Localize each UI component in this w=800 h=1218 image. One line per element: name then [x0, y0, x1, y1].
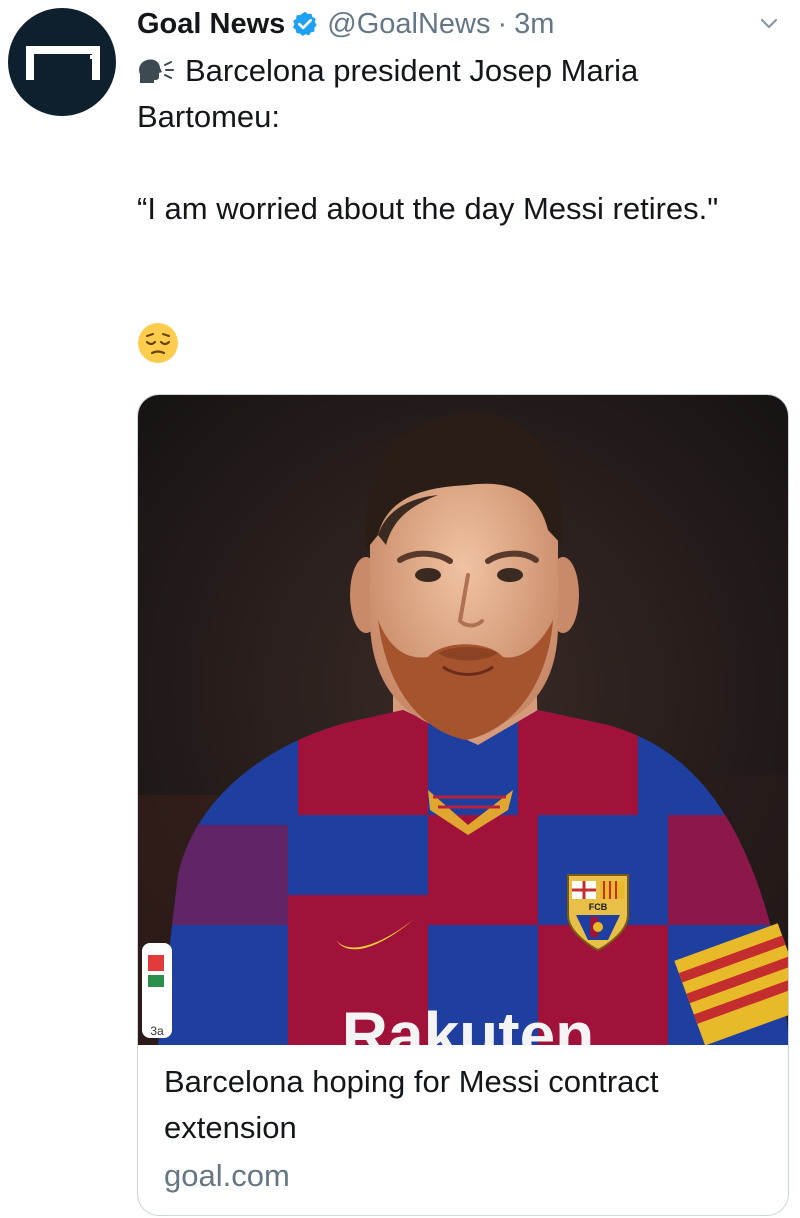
verified-badge-icon: [293, 11, 317, 36]
tweet-line-1-text: Barcelona president Josep Maria Bartomeu…: [137, 53, 639, 134]
tweet: Goal News @GoalNews · 3m Barcelona presi…: [0, 0, 800, 1218]
timestamp[interactable]: 3m: [514, 8, 554, 41]
avatar[interactable]: [8, 8, 116, 116]
card-domain[interactable]: goal.com: [164, 1153, 764, 1199]
crest-text: FCB: [589, 902, 608, 912]
link-card[interactable]: FCB Rakuten 3a Barcelona hoping for Mess…: [137, 394, 789, 1216]
tweet-quote: “I am worried about the day Messi retire…: [137, 191, 719, 226]
speaking-head-icon: [139, 59, 174, 83]
goal-logo-icon: [26, 46, 100, 80]
card-body: Barcelona hoping for Messi contract exte…: [164, 1059, 764, 1199]
sponsor-text: Rakuten: [342, 999, 595, 1045]
tweet-text: Barcelona president Josep Maria Bartomeu…: [137, 48, 757, 232]
sleeve-text: 3a: [150, 1024, 164, 1038]
chevron-down-icon[interactable]: [756, 10, 782, 36]
card-title[interactable]: Barcelona hoping for Messi contract exte…: [164, 1059, 764, 1151]
tweet-header: Goal News @GoalNews · 3m: [137, 4, 554, 44]
separator-dot: ·: [497, 7, 508, 40]
pensive-face-icon: [138, 323, 178, 363]
tweet-line-1: Barcelona president Josep Maria Bartomeu…: [137, 48, 757, 140]
display-name[interactable]: Goal News: [137, 8, 285, 41]
handle[interactable]: @GoalNews: [327, 8, 490, 41]
player-photo-icon: FCB Rakuten 3a: [138, 395, 788, 1045]
